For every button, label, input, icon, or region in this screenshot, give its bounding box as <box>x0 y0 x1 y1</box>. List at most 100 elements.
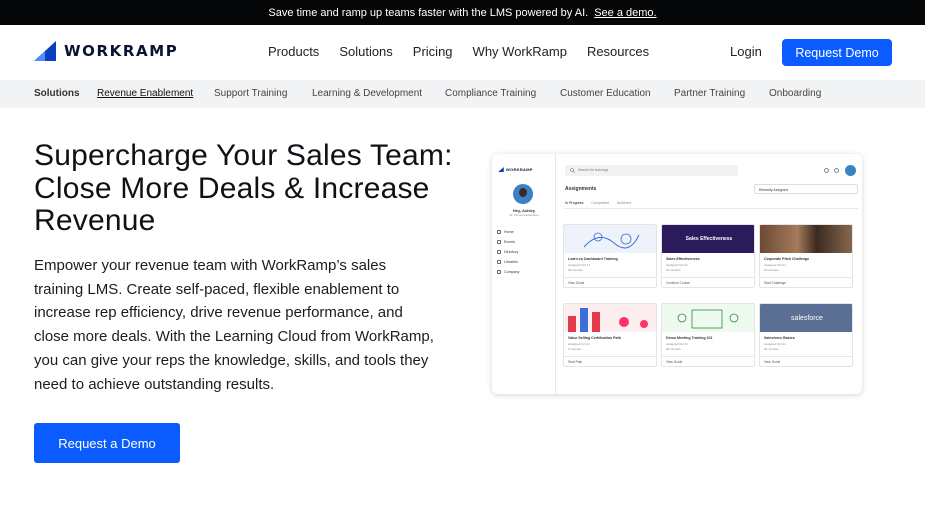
subnav-customer-education[interactable]: Customer Education <box>560 88 651 99</box>
workramp-logo-icon <box>34 41 56 61</box>
mock-tab-completed: Completed <box>591 201 609 205</box>
mock-sort-select: Recently Assigned <box>754 184 858 194</box>
calendar-icon <box>497 240 501 244</box>
card-assigned: Assigned Oct 11 <box>666 263 688 267</box>
help-icon <box>824 168 829 173</box>
card-action: Start Path <box>568 360 583 364</box>
mock-card: Value Selling Certification Path Assigne… <box>563 303 657 367</box>
nav-why-workramp[interactable]: Why WorkRamp <box>473 44 567 59</box>
mock-menu-label: Libraries <box>504 260 518 264</box>
see-demo-link[interactable]: See a demo. <box>594 7 656 19</box>
mock-sort-value: Recently Assigned <box>759 187 788 192</box>
card-title: Corporate Pitch Challenge <box>764 257 810 261</box>
mock-search-bar: Search for trainings <box>565 165 738 176</box>
card-meta: Assigned Oct 11 30 minutes <box>666 342 688 351</box>
card-assigned: Assigned Oct 11 <box>764 342 786 346</box>
card-assigned: Assigned Oct 21 <box>764 263 787 267</box>
bell-icon <box>834 168 839 173</box>
mock-card: Sales Effectiveness Sales Effectiveness … <box>661 224 755 288</box>
card-action: View Guide <box>666 360 683 364</box>
card-divider <box>760 277 852 278</box>
card-assigned: Assigned Oct 17 <box>568 263 591 267</box>
mock-menu-libraries: Libraries <box>497 257 519 267</box>
request-a-demo-button[interactable]: Request a Demo <box>34 423 180 463</box>
card-title: Sales Effectiveness <box>666 257 700 261</box>
card-divider <box>662 356 754 357</box>
card-meta: Assigned Oct 11 2 courses <box>568 342 590 351</box>
people-icon <box>497 250 501 254</box>
mock-card: Corporate Pitch Challenge Assigned Oct 2… <box>759 224 853 288</box>
subnav-learning-development[interactable]: Learning & Development <box>312 88 422 99</box>
mock-tab-in-progress: In Progress <box>565 201 584 205</box>
mock-avatar <box>513 184 533 204</box>
card-meta: Assigned Oct 21 20 minutes <box>764 263 786 272</box>
card-action: View Guide <box>764 360 781 364</box>
subnav-compliance-training[interactable]: Compliance Training <box>445 88 536 99</box>
subnav-revenue-enablement[interactable]: Revenue Enablement <box>97 88 193 99</box>
mock-user-avatar <box>845 165 856 176</box>
mock-heading: Assignments <box>565 186 597 192</box>
building-icon <box>497 270 501 274</box>
card-title: Salesforce Basics <box>764 336 795 340</box>
card-title: Demo Meeting Training 101 <box>666 336 713 340</box>
announcement-bar: Save time and ramp up teams faster with … <box>0 0 925 25</box>
mock-logo-icon <box>498 167 504 172</box>
card-illustration <box>564 225 656 253</box>
login-link[interactable]: Login <box>730 44 762 59</box>
card-divider <box>564 356 656 357</box>
search-icon <box>570 168 575 173</box>
mock-menu-home: Home <box>497 227 519 237</box>
card-illustration <box>662 304 754 332</box>
brand-name: WORKRAMP <box>64 42 179 60</box>
card-title: Value Selling Certification Path <box>568 336 621 340</box>
mock-menu-label: Directory <box>504 250 519 254</box>
workramp-logo[interactable]: WORKRAMP <box>34 41 178 61</box>
card-title: Learn.co Dashboard Training <box>568 257 618 261</box>
mock-role: Sr. Account Executive <box>509 213 539 217</box>
mock-card: Demo Meeting Training 101 Assigned Oct 1… <box>661 303 755 367</box>
card-duration: 2 courses <box>568 346 582 351</box>
card-banner: salesforce <box>760 304 852 332</box>
mock-tab-archived: Archived <box>616 201 631 205</box>
card-duration: 30 minutes <box>666 267 681 272</box>
mock-search-placeholder: Search for trainings <box>578 168 609 172</box>
mock-menu-label: Home <box>504 230 514 234</box>
card-assigned: Assigned Oct 11 <box>568 342 590 346</box>
subnav-support-training[interactable]: Support Training <box>214 88 287 99</box>
card-action: Start Challenge <box>764 281 786 285</box>
subnav-onboarding[interactable]: Onboarding <box>769 88 821 99</box>
mock-card: Learn.co Dashboard Training Assigned Oct… <box>563 224 657 288</box>
mock-logo: WORKRAMP <box>498 167 533 172</box>
card-divider <box>662 277 754 278</box>
mock-brand: WORKRAMP <box>506 167 533 172</box>
card-meta: Assigned Oct 11 30 minutes <box>764 342 786 351</box>
card-divider <box>760 356 852 357</box>
nav-products[interactable]: Products <box>268 44 319 59</box>
subnav-partner-training[interactable]: Partner Training <box>674 88 745 99</box>
nav-resources[interactable]: Resources <box>587 44 649 59</box>
card-duration: 20 minutes <box>764 267 779 272</box>
product-screenshot: WORKRAMP Hey, Ashley Sr. Account Executi… <box>492 154 862 394</box>
card-meta: Assigned Oct 17 30 minutes <box>568 263 590 272</box>
mock-menu: Home Events Directory Libraries Company <box>497 227 519 277</box>
card-divider <box>564 277 656 278</box>
subnav-title: Solutions <box>34 88 80 99</box>
announcement-text: Save time and ramp up teams faster with … <box>268 6 589 19</box>
mock-menu-directory: Directory <box>497 247 519 257</box>
card-action: Continue Course <box>666 281 690 285</box>
book-icon <box>497 260 501 264</box>
nav-pricing[interactable]: Pricing <box>413 44 453 59</box>
mock-menu-label: Events <box>504 240 515 244</box>
card-duration: 30 minutes <box>568 267 583 272</box>
home-icon <box>497 230 501 234</box>
request-demo-button[interactable]: Request Demo <box>782 39 892 66</box>
solutions-subnav: Solutions Revenue Enablement Support Tra… <box>0 80 925 108</box>
mock-menu-events: Events <box>497 237 519 247</box>
card-photo <box>760 225 852 253</box>
mock-card: salesforce Salesforce Basics Assigned Oc… <box>759 303 853 367</box>
mock-tab-divider <box>565 208 858 209</box>
nav-solutions[interactable]: Solutions <box>339 44 392 59</box>
mock-tabs: In Progress Completed Archived <box>565 201 631 205</box>
mock-menu-label: Company <box>504 270 520 274</box>
card-meta: Assigned Oct 11 30 minutes <box>666 263 688 272</box>
